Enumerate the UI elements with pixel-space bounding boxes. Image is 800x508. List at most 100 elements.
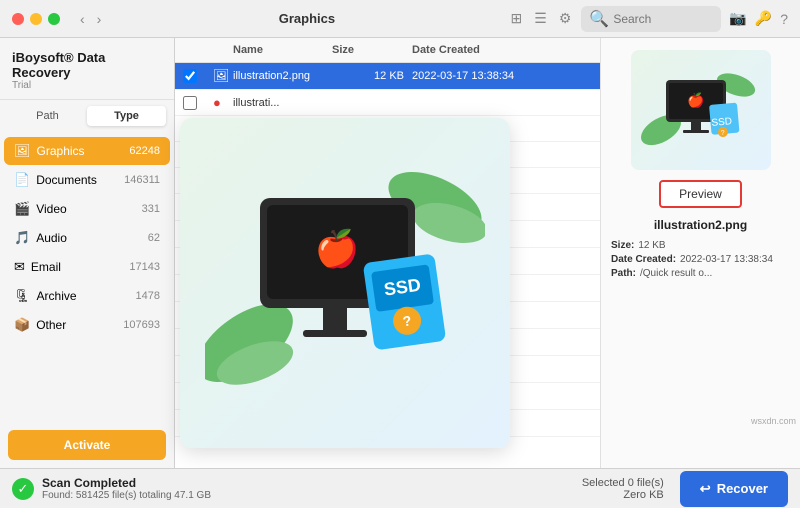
mac-illustration-large: 🍎 SSD ? [205, 143, 485, 423]
sidebar-tabs: Path Type [0, 100, 174, 132]
search-box: 🔍 [581, 6, 721, 32]
recover-button[interactable]: ↩ Recover [680, 471, 788, 507]
meta-path-row: Path: /Quick result o... [611, 268, 790, 279]
date-label: Date Created: [611, 254, 676, 265]
col-extra [562, 44, 592, 56]
minimize-button[interactable] [30, 13, 42, 25]
row-checkbox[interactable] [183, 96, 197, 110]
activate-button[interactable]: Activate [8, 430, 166, 460]
path-value: /Quick result o... [640, 268, 712, 279]
selected-info: Selected 0 file(s) Zero KB [582, 477, 664, 501]
size-value: 12 KB [638, 240, 665, 251]
sidebar-item-count: 62248 [129, 145, 160, 157]
traffic-lights [12, 13, 60, 25]
forward-button[interactable]: › [93, 9, 106, 29]
tab-path[interactable]: Path [8, 106, 87, 126]
search-input[interactable] [613, 12, 713, 26]
col-size[interactable]: Size [332, 44, 412, 56]
recover-label: Recover [717, 481, 768, 496]
sidebar-item-count: 331 [142, 203, 160, 215]
svg-text:🍎: 🍎 [687, 91, 704, 109]
preview-image: 🍎 SSD ? [641, 60, 761, 160]
sidebar-item-video[interactable]: 🎬 Video 331 [4, 195, 170, 223]
file-type-icon: 🖼 [213, 68, 233, 84]
file-name: illustration2.png [233, 70, 332, 82]
search-icon: 🔍 [589, 9, 609, 29]
graphics-icon: 🖼 [14, 143, 31, 159]
main-layout: iBoysoft® Data Recovery Trial Path Type … [0, 38, 800, 468]
preview-meta: Size: 12 KB Date Created: 2022-03-17 13:… [611, 240, 790, 282]
toolbar-right: ⊞ ☰ ⚙ 🔍 📷 🔑 ? [509, 6, 788, 32]
svg-text:🍎: 🍎 [315, 227, 360, 269]
scan-title: Scan Completed [42, 476, 574, 490]
selected-files: Selected 0 file(s) [582, 477, 664, 489]
filter-button[interactable]: ⚙ [557, 8, 574, 29]
table-row[interactable]: ● illustrati... [175, 90, 600, 116]
sidebar-item-count: 1478 [136, 290, 160, 302]
recover-icon: ↩ [700, 481, 711, 497]
preview-panel: 🍎 SSD ? Preview illustration2.png Size: … [600, 38, 800, 468]
file-date: 2022-03-17 13:38:34 [412, 70, 562, 82]
close-button[interactable] [12, 13, 24, 25]
documents-icon: 📄 [14, 172, 30, 188]
preview-filename: illustration2.png [654, 218, 747, 232]
sidebar-item-documents[interactable]: 📄 Documents 146311 [4, 166, 170, 194]
sidebar-list: 🖼 Graphics 62248 📄 Documents 146311 🎬 Vi… [0, 132, 174, 422]
email-icon: ✉ [14, 259, 25, 275]
selected-size: Zero KB [582, 489, 664, 501]
preview-thumbnail: 🍎 SSD ? [631, 50, 771, 170]
scan-complete-icon: ✓ [12, 478, 34, 500]
audio-icon: 🎵 [14, 230, 30, 246]
help-icon[interactable]: ? [780, 11, 788, 27]
other-icon: 📦 [14, 317, 30, 333]
path-label: Path: [611, 268, 636, 279]
size-label: Size: [611, 240, 634, 251]
preview-overlay: 🍎 SSD ? [180, 118, 510, 448]
watermark: wsxdn.com [751, 416, 796, 426]
sidebar-item-email[interactable]: ✉ Email 17143 [4, 253, 170, 281]
meta-size-row: Size: 12 KB [611, 240, 790, 251]
row-checkbox[interactable] [183, 69, 197, 83]
status-bar: ✓ Scan Completed Found: 581425 file(s) t… [0, 468, 800, 508]
back-button[interactable]: ‹ [76, 9, 89, 29]
sidebar-item-label: Graphics [37, 144, 124, 158]
col-icon [213, 44, 233, 56]
grid-view-button[interactable]: ⊞ [509, 8, 525, 29]
app-trial: Trial [12, 80, 162, 91]
app-header: iBoysoft® Data Recovery Trial [0, 38, 174, 100]
col-date[interactable]: Date Created [412, 44, 562, 56]
preview-button[interactable]: Preview [659, 180, 742, 208]
svg-text:?: ? [720, 130, 725, 137]
col-checkbox [183, 44, 213, 56]
col-name[interactable]: Name [233, 44, 332, 56]
key-icon[interactable]: 🔑 [755, 10, 772, 27]
sidebar-item-count: 62 [148, 232, 160, 244]
list-view-button[interactable]: ☰ [532, 8, 549, 29]
sidebar-item-other[interactable]: 📦 Other 107693 [4, 311, 170, 339]
tab-type[interactable]: Type [87, 106, 166, 126]
sidebar-item-label: Video [36, 202, 135, 216]
scan-detail: Found: 581425 file(s) totaling 47.1 GB [42, 490, 574, 501]
sidebar-item-label: Email [31, 260, 124, 274]
meta-date-row: Date Created: 2022-03-17 13:38:34 [611, 254, 790, 265]
sidebar-item-graphics[interactable]: 🖼 Graphics 62248 [4, 137, 170, 165]
sidebar-item-label: Documents [36, 173, 118, 187]
camera-icon[interactable]: 📷 [729, 10, 746, 27]
sidebar: iBoysoft® Data Recovery Trial Path Type … [0, 38, 175, 468]
sidebar-item-count: 107693 [123, 319, 160, 331]
sidebar-item-count: 17143 [129, 261, 160, 273]
svg-text:SSD: SSD [711, 116, 732, 129]
sidebar-item-label: Audio [36, 231, 142, 245]
sidebar-item-audio[interactable]: 🎵 Audio 62 [4, 224, 170, 252]
breadcrumb: Graphics [113, 11, 500, 26]
table-header: Name Size Date Created [175, 38, 600, 63]
maximize-button[interactable] [48, 13, 60, 25]
file-size: 12 KB [332, 70, 412, 82]
table-row[interactable]: 🖼 illustration2.png 12 KB 2022-03-17 13:… [175, 63, 600, 90]
archive-icon: 🗜 [14, 288, 31, 304]
sidebar-item-archive[interactable]: 🗜 Archive 1478 [4, 282, 170, 310]
app-title: iBoysoft® Data Recovery [12, 50, 162, 80]
video-icon: 🎬 [14, 201, 30, 217]
file-type-icon: ● [213, 95, 233, 110]
sidebar-item-label: Other [36, 318, 117, 332]
